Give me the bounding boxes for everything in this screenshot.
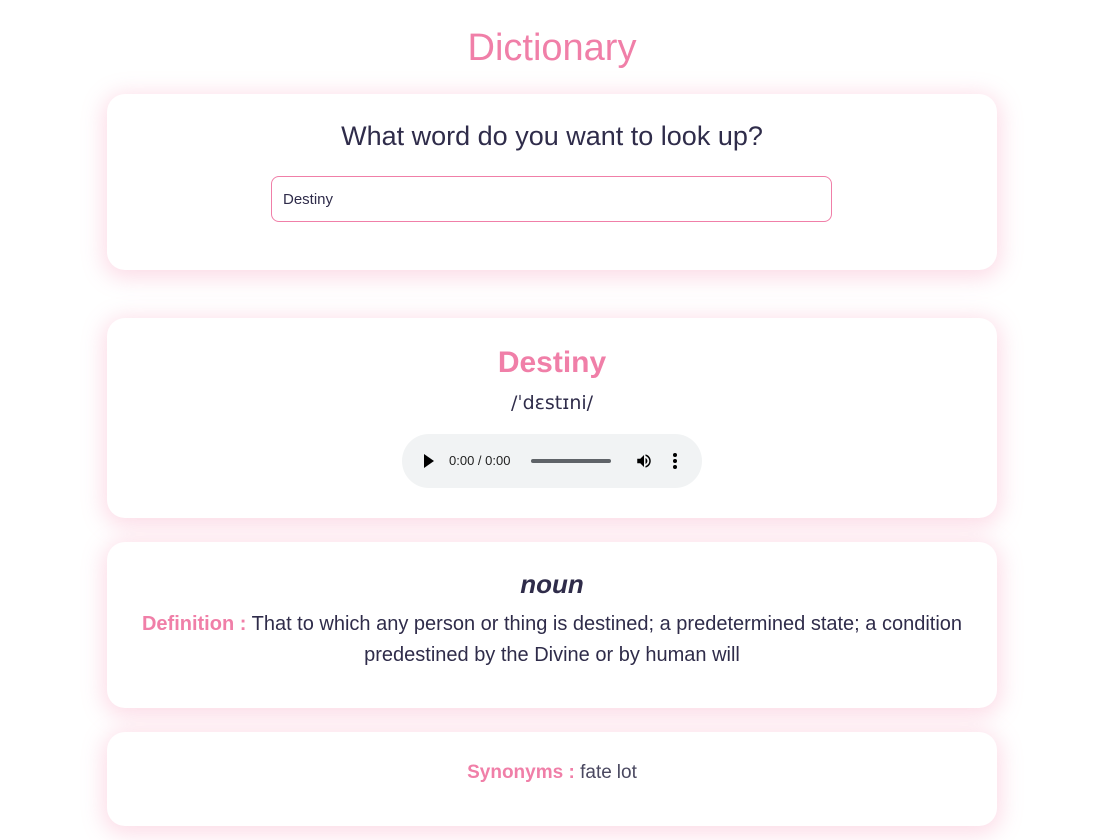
dictionary-page: Dictionary What word do you want to look… <box>0 0 1120 840</box>
definition-label: Definition : <box>141 613 247 635</box>
definition: Definition : That to which any person or… <box>127 609 977 671</box>
volume-icon[interactable] <box>635 452 653 470</box>
synonyms-card: Synonyms : fate lot <box>107 732 997 826</box>
audio-player[interactable]: 0:00 / 0:00 <box>402 434 702 488</box>
word-search-input[interactable] <box>271 176 832 222</box>
audio-progress-bar[interactable] <box>531 459 611 463</box>
play-icon[interactable] <box>424 454 434 468</box>
synonym-item: lot <box>616 762 637 783</box>
part-of-speech: noun <box>520 569 584 599</box>
app-title: Dictionary <box>467 27 637 69</box>
phonetic: /ˈdɛstɪni/ <box>510 392 594 414</box>
synonyms-label: Synonyms : <box>467 762 575 783</box>
search-heading: What word do you want to look up? <box>341 121 763 151</box>
synonyms: Synonyms : fate lot <box>107 759 997 787</box>
more-vert-icon[interactable] <box>670 452 680 470</box>
word-title: Destiny <box>497 346 607 379</box>
search-card: What word do you want to look up? <box>107 94 997 270</box>
synonym-item: fate <box>580 762 612 783</box>
audio-time: 0:00 / 0:00 <box>449 453 511 468</box>
definition-text: That to which any person or thing is des… <box>251 613 963 666</box>
meaning-card: noun Definition : That to which any pers… <box>107 542 997 708</box>
word-card: Destiny /ˈdɛstɪni/ 0:00 / 0:00 <box>107 318 997 518</box>
